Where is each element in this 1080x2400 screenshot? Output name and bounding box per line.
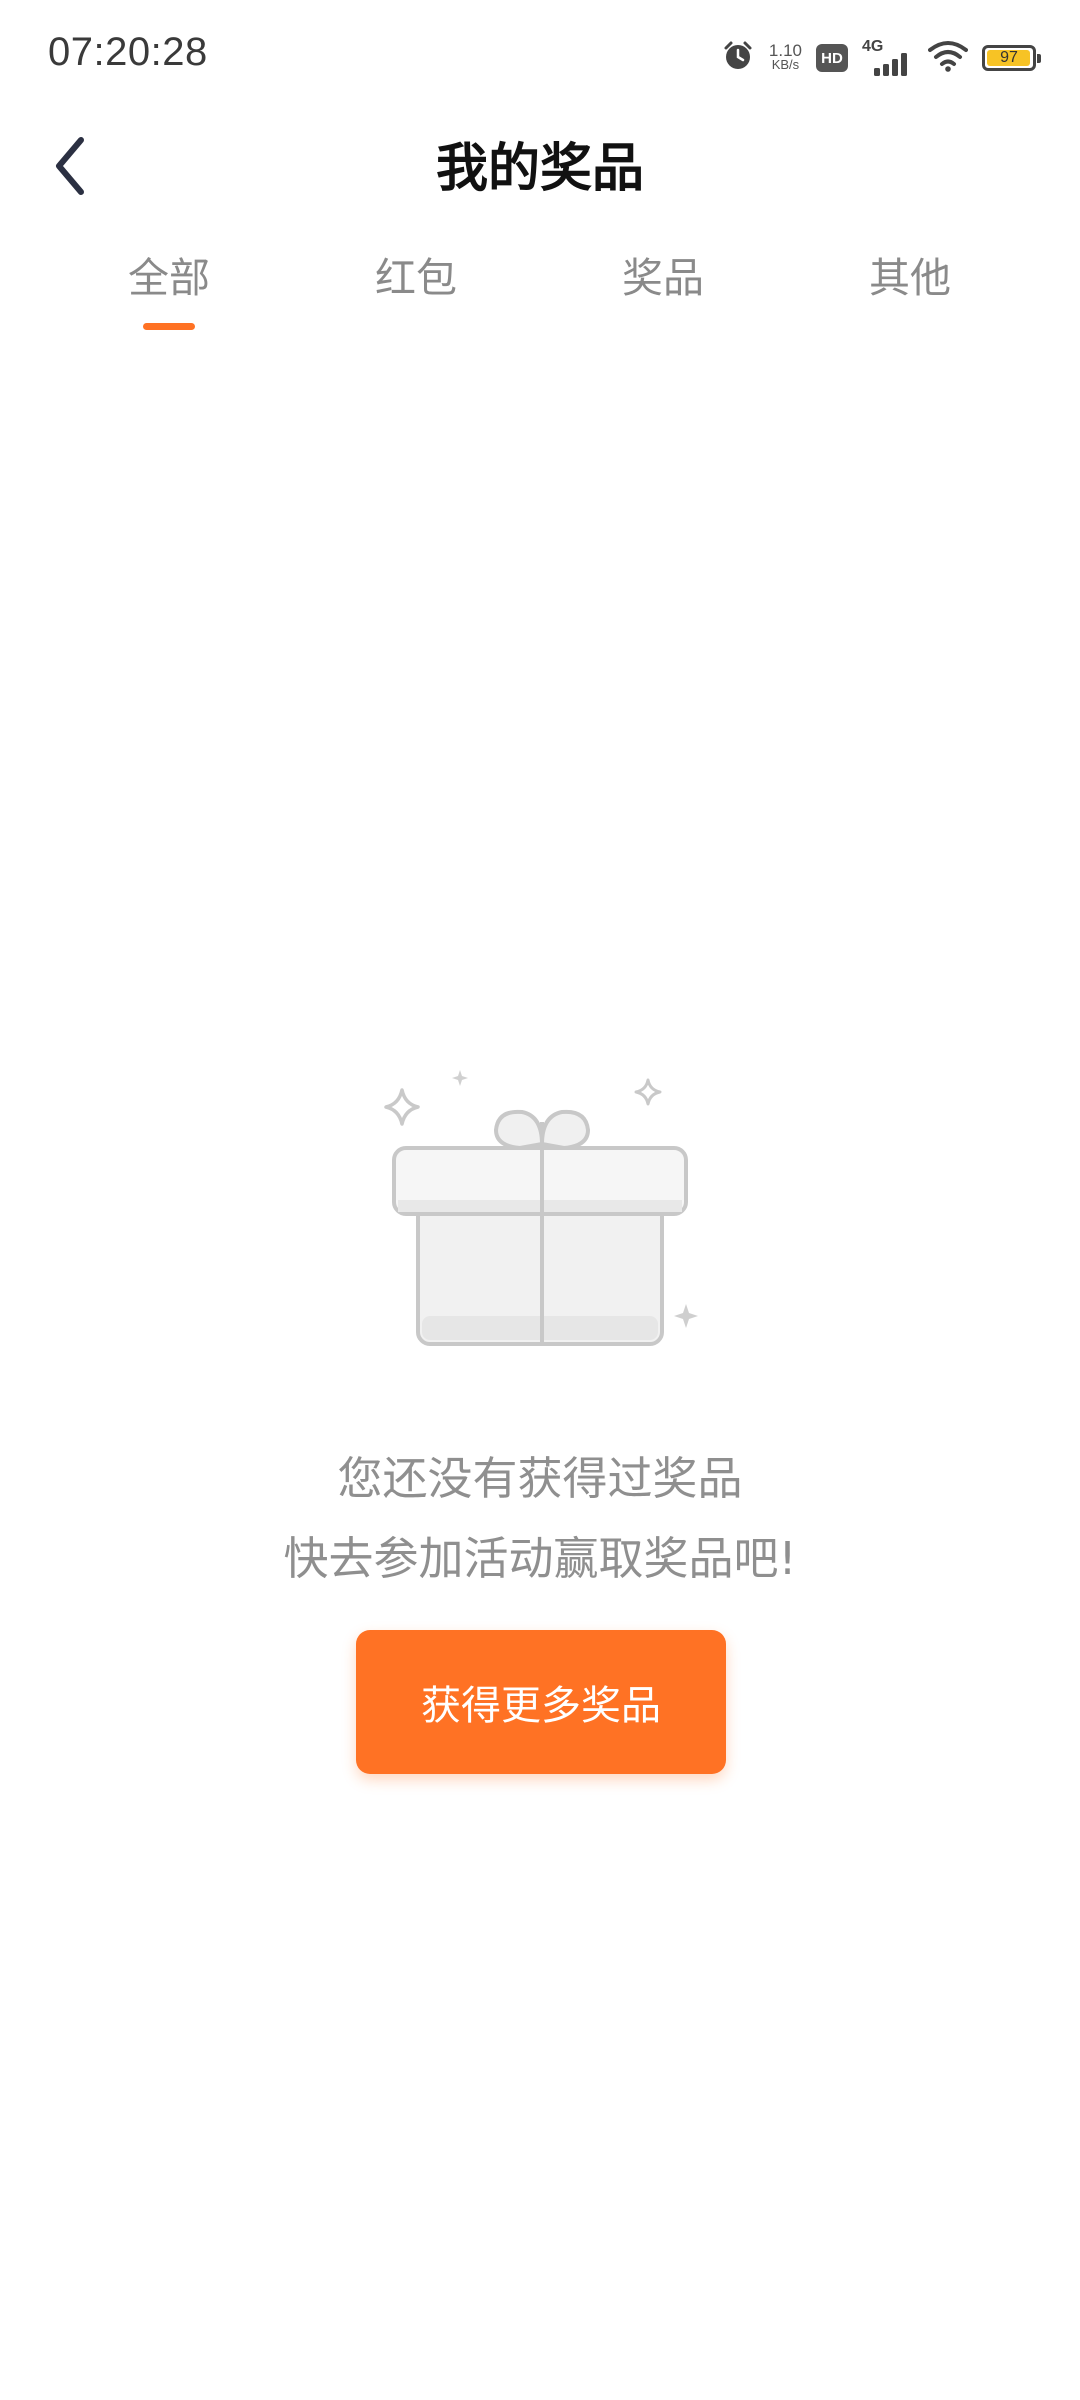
tab-prizes[interactable]: 奖品 (563, 238, 763, 338)
battery-tip (1037, 54, 1041, 63)
get-more-prizes-button[interactable]: 获得更多奖品 (356, 1630, 726, 1774)
net-speed-value: 1.10 (768, 41, 802, 60)
tab-red-packet[interactable]: 红包 (316, 238, 516, 338)
alarm-icon (721, 39, 755, 77)
tab-active-indicator (143, 323, 195, 330)
tab-label: 其他 (869, 254, 951, 302)
tab-label: 奖品 (622, 254, 704, 302)
tab-bar: 全部 红包 奖品 其他 (0, 238, 1080, 338)
page-title: 我的奖品 (435, 139, 644, 199)
tab-label: 全部 (128, 254, 210, 302)
wifi-icon (928, 40, 968, 76)
tab-label: 红包 (375, 254, 457, 302)
header: 我的奖品 (0, 110, 1080, 220)
net-speed: 1.10 KB/s (768, 41, 802, 72)
empty-message: 您还没有获得过奖品 (337, 1452, 743, 1505)
hd-icon: HD (816, 44, 848, 72)
tab-all[interactable]: 全部 (69, 238, 269, 338)
net-speed-unit: KB/s (771, 57, 800, 72)
battery-icon: 97 (982, 45, 1041, 71)
tab-other[interactable]: 其他 (810, 238, 1010, 338)
status-icons: 1.10 KB/s HD 4G 97 (721, 38, 1041, 78)
screen: 07:20:28 1.10 KB/s HD 4G 97 我的奖品 全部 红包 奖… (0, 0, 1080, 2400)
status-bar: 07:20:28 1.10 KB/s HD 4G 97 (0, 0, 1080, 110)
cellular-signal-icon: 4G (862, 38, 914, 78)
status-time: 07:20:28 (48, 30, 208, 74)
gift-box-icon (370, 1060, 710, 1380)
battery-level: 97 (1000, 49, 1018, 66)
empty-hint: 快去参加活动赢取奖品吧! (283, 1532, 797, 1585)
